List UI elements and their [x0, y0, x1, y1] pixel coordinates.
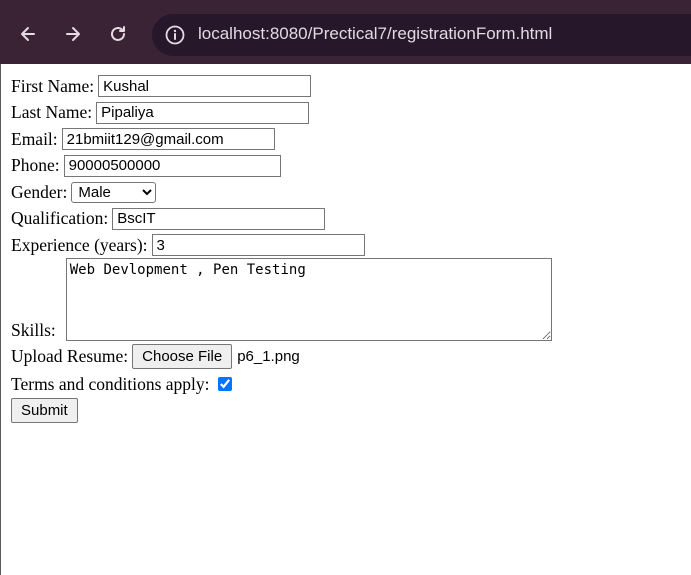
window-edge — [0, 64, 1, 575]
skills-row: Skills: Web Devlopment , Pen Testing — [11, 257, 552, 343]
qualification-input[interactable] — [112, 207, 326, 230]
back-arrow-icon — [21, 27, 35, 41]
gender-select[interactable]: Male — [71, 181, 157, 203]
submit-button[interactable]: Submit — [11, 398, 78, 423]
resume-row: Upload Resume: Choose File p6_1.png — [11, 343, 552, 371]
resume-filename: p6_1.png — [237, 348, 300, 365]
gender-label: Gender: — [11, 181, 68, 202]
terms-label: Terms and conditions apply: — [11, 373, 210, 394]
first-name-input[interactable] — [98, 75, 312, 98]
forward-arrow-icon — [66, 27, 80, 41]
last-name-row: Last Name: — [11, 100, 552, 127]
back-button[interactable] — [8, 14, 48, 54]
first-name-row: First Name: — [11, 73, 552, 100]
forward-button[interactable] — [53, 14, 93, 54]
email-label: Email: — [11, 128, 58, 149]
email-row: Email: — [11, 126, 552, 153]
choose-file-button[interactable]: Choose File — [132, 344, 233, 369]
last-name-label: Last Name: — [11, 102, 93, 123]
experience-input[interactable] — [151, 234, 365, 257]
qualification-label: Qualification: — [11, 208, 109, 229]
submit-row: Submit — [11, 398, 552, 424]
url-text: localhost:8080/Prectical7/registrationFo… — [198, 24, 553, 43]
resume-label: Upload Resume: — [11, 346, 129, 366]
terms-checkbox[interactable] — [217, 377, 232, 391]
browser-toolbar: localhost:8080/Prectical7/registrationFo… — [0, 0, 691, 64]
skills-textarea[interactable]: Web Devlopment , Pen Testing — [65, 257, 552, 341]
experience-row: Experience (years): — [11, 232, 552, 259]
phone-row: Phone: — [11, 153, 552, 180]
reload-button[interactable] — [98, 14, 138, 54]
terms-row: Terms and conditions apply: — [11, 371, 552, 398]
first-name-label: First Name: — [11, 75, 95, 96]
reload-icon — [111, 26, 125, 41]
skills-label: Skills: — [11, 319, 56, 340]
registration-form: First Name: Last Name: Email: Phone: Gen… — [11, 73, 552, 424]
qualification-row: Qualification: — [11, 206, 552, 233]
email-input[interactable] — [61, 128, 275, 151]
phone-input[interactable] — [63, 154, 281, 177]
phone-label: Phone: — [11, 155, 60, 176]
experience-label: Experience (years): — [11, 234, 148, 255]
gender-row: Gender: Male — [11, 179, 552, 206]
site-info-icon[interactable] — [164, 24, 186, 46]
address-bar[interactable]: localhost:8080/Prectical7/registrationFo… — [152, 14, 691, 56]
last-name-input[interactable] — [96, 101, 310, 124]
